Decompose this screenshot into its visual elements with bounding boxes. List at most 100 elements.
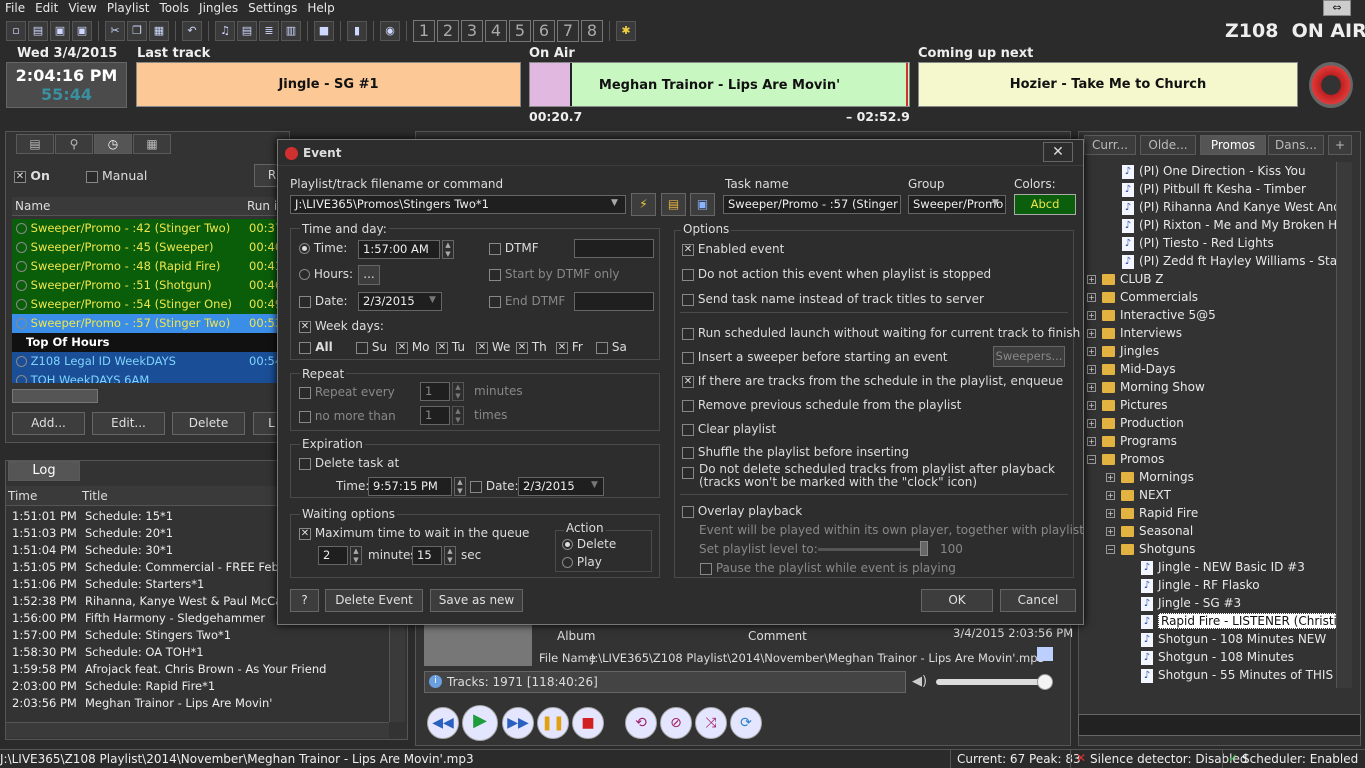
expand-icon[interactable]: + bbox=[1106, 491, 1115, 500]
option-1[interactable]: Do not action this event when playlist i… bbox=[682, 267, 991, 281]
tree-item-track[interactable]: ♪ Jingle - RF Flasko bbox=[1084, 576, 1336, 594]
dtmf-check[interactable]: DTMF bbox=[489, 241, 539, 255]
menu-edit[interactable]: Edit bbox=[30, 1, 63, 15]
tree-item-folder[interactable]: + CLUB Z bbox=[1084, 270, 1336, 288]
folder-tab-icon[interactable]: ▤ bbox=[16, 134, 54, 154]
player-6-button[interactable]: 6 bbox=[533, 20, 555, 42]
stop-icon[interactable]: ■ bbox=[572, 707, 604, 739]
ok-button[interactable]: OK bbox=[921, 589, 993, 612]
expand-icon[interactable]: + bbox=[1087, 401, 1096, 410]
tree-item-song[interactable]: ♪ (PI) Zedd ft Hayley Williams - Stay The… bbox=[1084, 252, 1336, 270]
pause-checkbox[interactable] bbox=[700, 562, 712, 575]
list-item[interactable]: Sweeper/Promo - :48 (Rapid Fire) 00:43 bbox=[12, 257, 290, 276]
option-2[interactable]: Send task name instead of track titles t… bbox=[682, 292, 984, 306]
expand-icon[interactable]: + bbox=[1087, 347, 1096, 356]
overlay-checkbox[interactable] bbox=[682, 505, 694, 518]
day-sa-checkbox[interactable] bbox=[596, 341, 608, 354]
wait-min-spinner[interactable]: ▲ ▼ bbox=[350, 546, 362, 565]
add-tab-icon[interactable]: + bbox=[1328, 135, 1352, 155]
on-air-waveform[interactable]: Meghan Trainor - Lips Are Movin' bbox=[529, 62, 910, 107]
option-9[interactable]: Do not delete scheduled tracks from play… bbox=[682, 463, 1062, 489]
play-icon[interactable]: ▶ bbox=[462, 705, 498, 741]
time-spinner[interactable]: ▲ ▼ bbox=[442, 240, 454, 259]
undo-icon[interactable]: ↶ bbox=[182, 21, 202, 41]
tree-item-folder[interactable]: + Rapid Fire bbox=[1084, 504, 1336, 522]
wait-sec-spinner[interactable]: ▲ ▼ bbox=[444, 546, 456, 565]
expand-icon[interactable]: + bbox=[1087, 365, 1096, 374]
expand-icon[interactable]: + bbox=[1087, 437, 1096, 446]
repeat-spinner[interactable]: ▲ ▼ bbox=[452, 382, 464, 401]
tree-item-folder[interactable]: + NEXT bbox=[1084, 486, 1336, 504]
expand-icon[interactable]: + bbox=[1087, 329, 1096, 338]
log-row[interactable]: 1:57:00 PM Schedule: Stingers Two*1 bbox=[6, 627, 389, 644]
add-tracks-icon[interactable]: ♫ bbox=[215, 21, 235, 41]
hours-radio[interactable]: Hours: bbox=[299, 267, 353, 281]
save-as-new-button[interactable]: Save as new bbox=[430, 589, 523, 612]
tree-item-track[interactable]: ♪ Shotgun - 55 Minutes of THIS bbox=[1084, 666, 1336, 684]
tree-item-song[interactable]: ♪ (PI) Tiesto - Red Lights bbox=[1084, 234, 1336, 252]
action-play-radio[interactable]: Play bbox=[562, 555, 602, 569]
expand-icon[interactable]: + bbox=[1106, 473, 1115, 482]
block-icon[interactable]: ⊘ bbox=[660, 707, 692, 739]
no-more-check[interactable]: no more than bbox=[299, 409, 396, 423]
day-we-checkbox[interactable]: ✕ bbox=[476, 341, 488, 354]
calendar-tab-icon[interactable]: ▦ bbox=[133, 134, 171, 154]
scheduler-on-toggle[interactable]: ✕ On bbox=[14, 168, 50, 183]
option-3[interactable]: Run scheduled launch without waiting for… bbox=[682, 326, 1080, 340]
tree-item-folder[interactable]: + Jingles bbox=[1084, 342, 1336, 360]
action-delete-radio[interactable]: Delete bbox=[562, 537, 616, 551]
max-wait-check[interactable]: ✕ Maximum time to wait in the queue bbox=[299, 526, 529, 540]
tree-item-folder[interactable]: − Shotguns bbox=[1084, 540, 1336, 558]
end-dtmf-checkbox[interactable] bbox=[489, 295, 501, 308]
log-h-scrollbar[interactable] bbox=[6, 722, 389, 738]
tree-scrollbar[interactable] bbox=[1336, 162, 1352, 688]
tree-item-folder[interactable]: + Interactive 5@5 bbox=[1084, 306, 1336, 324]
date-checkbox[interactable] bbox=[299, 295, 311, 308]
new-file-icon[interactable]: ▫ bbox=[6, 21, 26, 41]
option-checkbox[interactable] bbox=[682, 467, 694, 479]
log-tab[interactable]: Log bbox=[8, 461, 80, 481]
group-header[interactable]: Top Of Hours bbox=[12, 333, 290, 352]
day-mo-checkbox[interactable]: ✕ bbox=[396, 341, 408, 354]
tree-item-track[interactable]: ♪ Shotgun - 108 Minutes NEW bbox=[1084, 630, 1336, 648]
menu-playlist[interactable]: Playlist bbox=[102, 1, 155, 15]
volume-thumb[interactable] bbox=[1037, 674, 1053, 690]
log-row[interactable]: 2:03:00 PM Schedule: Rapid Fire*1 bbox=[6, 678, 389, 695]
statistics-icon[interactable]: ▮ bbox=[347, 21, 367, 41]
option-checkbox[interactable] bbox=[682, 423, 694, 436]
tree-item-folder[interactable]: + Mid-Days bbox=[1084, 360, 1336, 378]
player-5-button[interactable]: 5 bbox=[509, 20, 531, 42]
option-7[interactable]: Clear playlist bbox=[682, 422, 776, 436]
tree-item-folder[interactable]: + Production bbox=[1084, 414, 1336, 432]
action-delete-dot[interactable] bbox=[562, 539, 573, 550]
wait-sec-input[interactable]: 15 bbox=[412, 546, 442, 565]
tree-item-folder[interactable]: + Seasonal bbox=[1084, 522, 1336, 540]
copy-icon[interactable]: ❐ bbox=[127, 21, 147, 41]
time-radio[interactable]: Time: bbox=[299, 241, 347, 255]
volume-slider[interactable] bbox=[936, 679, 1052, 685]
day-su[interactable]: Su bbox=[356, 340, 387, 354]
expand-icon[interactable]: + bbox=[1087, 419, 1096, 428]
list-item[interactable]: Sweeper/Promo - :45 (Sweeper) 00:40 bbox=[12, 238, 290, 257]
repeat-every-checkbox[interactable] bbox=[299, 386, 311, 399]
repeat-every-check[interactable]: Repeat every bbox=[299, 385, 395, 399]
repeat-one-icon[interactable]: ⟲ bbox=[625, 707, 657, 739]
pause-check[interactable]: Pause the playlist while event is playin… bbox=[700, 561, 956, 575]
menu-jingles[interactable]: Jingles bbox=[194, 1, 243, 15]
day-all-checkbox[interactable] bbox=[299, 341, 311, 354]
open-folder-icon[interactable]: ▤ bbox=[28, 21, 48, 41]
option-6[interactable]: Remove previous schedule from the playli… bbox=[682, 398, 961, 412]
overlay-check[interactable]: Overlay playback bbox=[682, 504, 802, 518]
no-more-input[interactable]: 1 bbox=[420, 406, 450, 425]
status-scheduler[interactable]: Scheduler: Enabled bbox=[1242, 752, 1358, 766]
dtmf-checkbox[interactable] bbox=[489, 242, 501, 255]
chevron-down-icon[interactable]: ▼ bbox=[611, 198, 618, 208]
day-tu-checkbox[interactable]: ✕ bbox=[436, 341, 448, 354]
day-fr-checkbox[interactable]: ✕ bbox=[556, 341, 568, 354]
list-item[interactable]: Sweeper/Promo - :54 (Stinger One) 00:49 bbox=[12, 295, 290, 314]
expand-icon[interactable]: + bbox=[1087, 275, 1096, 284]
effects-icon[interactable]: ✱ bbox=[616, 21, 636, 41]
tab-current[interactable]: Curr... bbox=[1084, 135, 1136, 155]
import-icon[interactable]: ▥ bbox=[281, 21, 301, 41]
coming-up-box[interactable]: Hozier - Take Me to Church bbox=[918, 62, 1298, 107]
